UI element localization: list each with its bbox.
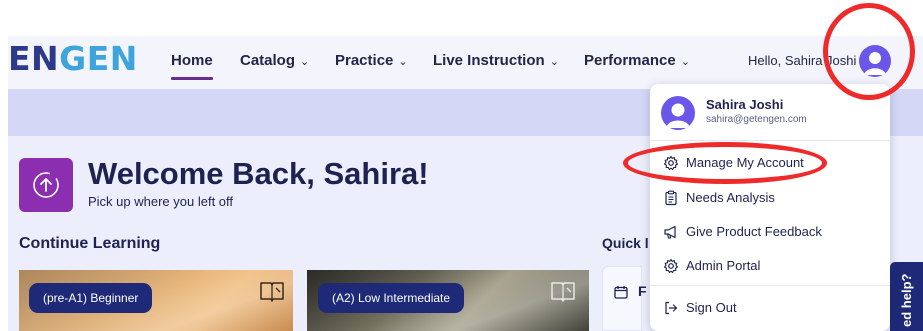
nav-performance-label: Performance (584, 52, 676, 69)
engen-logo[interactable]: ENGEN (8, 39, 138, 79)
arrow-up-circle-icon (33, 172, 59, 198)
need-help-tab[interactable]: ed help? (890, 262, 923, 331)
screenshot-stage: ENGEN Home Catalog ⌄ Practice ⌄ Live Instr… (0, 0, 923, 331)
menu-item-admin-portal[interactable]: Admin Portal (650, 251, 890, 281)
gear-icon (663, 258, 679, 274)
menu-item-label: Give Product Feedback (686, 224, 822, 239)
megaphone-icon (664, 225, 676, 239)
welcome-subtitle: Pick up where you left off (88, 194, 234, 209)
quick-link-item[interactable]: F (638, 283, 647, 299)
menu-item-give-product-feedback[interactable]: Give Product Feedback (650, 217, 890, 247)
continue-learning-title: Continue Learning (19, 235, 161, 252)
nav-catalog-label: Catalog (240, 52, 296, 69)
nav-home-label: Home (171, 52, 213, 69)
chevron-down-icon: ⌄ (549, 56, 559, 68)
logo-gen-text: GEN (59, 39, 138, 78)
course-level-badge: (pre-A1) Beginner (29, 283, 153, 313)
menu-item-label: Needs Analysis (686, 190, 775, 205)
menu-divider (650, 285, 890, 286)
account-email: sahira@getengen.com (706, 114, 807, 125)
nav-catalog[interactable]: Catalog ⌄ (240, 52, 309, 69)
menu-item-label: Sign Out (686, 300, 737, 315)
nav-practice-label: Practice (335, 52, 394, 69)
logo-en-text: EN (8, 39, 60, 78)
chevron-down-icon: ⌄ (680, 56, 690, 68)
welcome-resume-icon (19, 158, 73, 212)
dropdown-avatar (661, 96, 695, 130)
nav-home-active-underline (171, 77, 213, 80)
account-name: Sahira Joshi (706, 97, 784, 112)
welcome-title: Welcome Back, Sahira! (88, 156, 429, 191)
quick-links-title: Quick l (602, 235, 649, 251)
menu-divider (650, 140, 890, 141)
annotation-circle-manage-account (623, 142, 827, 184)
nav-live-instruction[interactable]: Live Instruction ⌄ (433, 52, 559, 69)
book-icon (260, 282, 284, 302)
book-icon (551, 282, 575, 302)
sign-out-icon (665, 301, 678, 315)
nav-practice[interactable]: Practice ⌄ (335, 52, 408, 69)
clipboard-icon (665, 190, 677, 206)
menu-item-sign-out[interactable]: Sign Out (650, 293, 890, 323)
chevron-down-icon: ⌄ (300, 56, 310, 68)
menu-item-needs-analysis[interactable]: Needs Analysis (650, 183, 890, 213)
person-icon (666, 103, 690, 128)
menu-item-label: Admin Portal (686, 258, 761, 273)
nav-performance[interactable]: Performance ⌄ (584, 52, 690, 69)
need-help-label: ed help? (899, 273, 914, 327)
annotation-circle-avatar (823, 3, 915, 100)
nav-live-instruction-label: Live Instruction (433, 52, 545, 69)
nav-home[interactable]: Home (171, 52, 213, 69)
chevron-down-icon: ⌄ (398, 56, 408, 68)
course-level-badge: (A2) Low Intermediate (318, 283, 465, 313)
calendar-icon (614, 286, 628, 299)
